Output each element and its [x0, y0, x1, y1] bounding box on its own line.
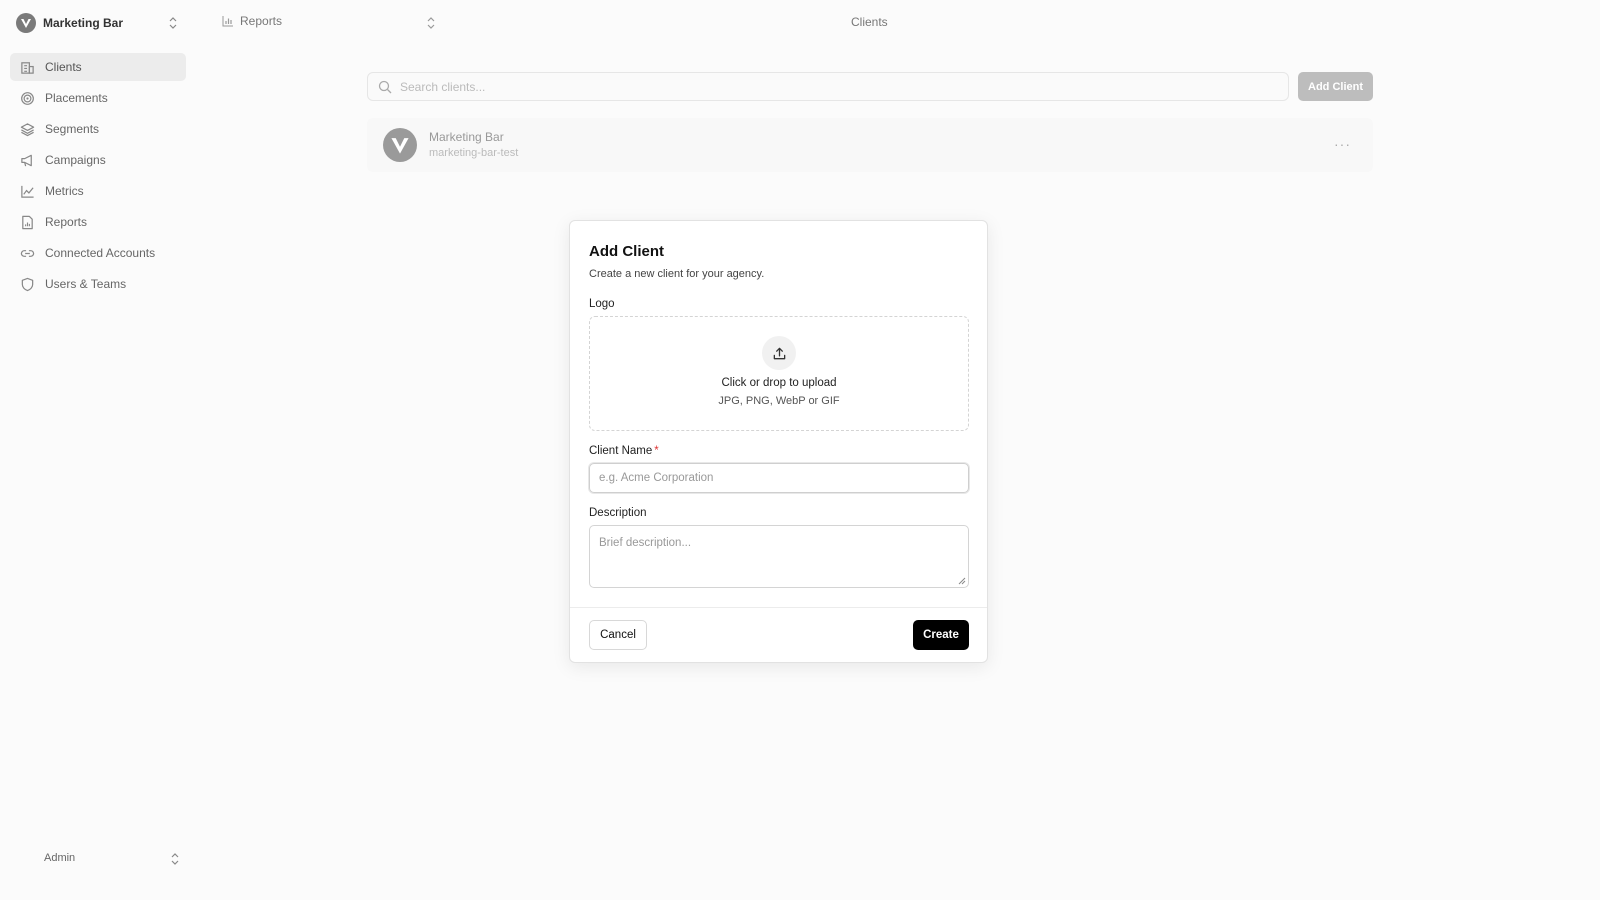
sidebar-item-label: Campaigns: [45, 153, 106, 167]
upload-icon: [762, 336, 796, 370]
required-marker: *: [654, 445, 659, 457]
search-input[interactable]: Search clients...: [367, 72, 1289, 101]
bar-chart-icon: [222, 16, 233, 27]
upload-file-types: JPG, PNG, WebP or GIF: [718, 395, 840, 407]
sidebar-item-placements[interactable]: Placements: [10, 84, 186, 112]
sidebar-item-label: Placements: [45, 91, 108, 105]
sidebar-item-label: Users & Teams: [45, 277, 127, 291]
building-icon: [21, 61, 34, 74]
user-menu-label[interactable]: Admin: [44, 852, 75, 864]
shield-icon: [21, 277, 34, 291]
client-slug: marketing-bar-test: [429, 147, 519, 159]
sidebar-item-label: Segments: [45, 122, 100, 136]
sidebar: Marketing Bar Clients Placements Segment…: [0, 0, 200, 900]
sidebar-item-label: Connected Accounts: [45, 246, 156, 260]
sidebar-nav: Clients Placements Segments Campaigns Me…: [10, 53, 186, 301]
upload-instruction: Click or drop to upload: [721, 377, 837, 389]
logo-dropzone[interactable]: Click or drop to upload JPG, PNG, WebP o…: [589, 316, 969, 431]
resize-handle-icon[interactable]: [958, 577, 966, 585]
target-icon: [21, 91, 34, 105]
sidebar-item-segments[interactable]: Segments: [10, 115, 186, 143]
org-logo: [16, 13, 36, 33]
org-name: Marketing Bar: [43, 16, 124, 30]
file-chart-icon: [22, 215, 33, 229]
sidebar-item-metrics[interactable]: Metrics: [10, 177, 186, 205]
dialog-title: Add Client: [589, 243, 664, 260]
layers-icon: [20, 122, 35, 136]
add-client-dialog: Add Client Create a new client for your …: [569, 220, 988, 663]
description-textarea[interactable]: Brief description...: [589, 525, 969, 588]
cancel-button[interactable]: Cancel: [589, 620, 647, 650]
chevron-updown-icon[interactable]: [426, 16, 436, 30]
logo-label: Logo: [589, 298, 615, 310]
dialog-divider: [570, 607, 987, 608]
more-options-icon[interactable]: ···: [1334, 136, 1351, 152]
chevron-updown-icon: [169, 17, 177, 29]
create-button[interactable]: Create: [913, 620, 969, 650]
sidebar-item-label: Metrics: [45, 184, 84, 198]
report-selector[interactable]: Reports: [222, 14, 282, 28]
client-name: Marketing Bar: [429, 130, 504, 144]
dialog-subtitle: Create a new client for your agency.: [589, 268, 765, 280]
search-icon: [378, 80, 392, 93]
sidebar-item-users-teams[interactable]: Users & Teams: [10, 270, 186, 298]
client-name-label: Client Name *: [589, 445, 659, 457]
sidebar-item-connected-accounts[interactable]: Connected Accounts: [10, 239, 186, 267]
client-name-input[interactable]: e.g. Acme Corporation: [589, 463, 969, 493]
client-row[interactable]: Marketing Bar marketing-bar-test ···: [367, 118, 1373, 172]
megaphone-icon: [21, 154, 32, 166]
client-name-label-text: Client Name: [589, 445, 653, 457]
sidebar-item-label: Reports: [45, 215, 88, 229]
chevron-updown-icon[interactable]: [170, 852, 180, 866]
sidebar-item-clients[interactable]: Clients: [10, 53, 186, 81]
sidebar-item-reports[interactable]: Reports: [10, 208, 186, 236]
add-client-button[interactable]: Add Client: [1298, 72, 1373, 101]
link-icon: [20, 249, 35, 257]
page-title: Clients: [851, 15, 888, 29]
sidebar-item-campaigns[interactable]: Campaigns: [10, 146, 186, 174]
description-placeholder: Brief description...: [599, 537, 692, 549]
search-placeholder: Search clients...: [400, 79, 486, 94]
org-switcher[interactable]: Marketing Bar: [16, 12, 186, 34]
description-label: Description: [589, 507, 647, 519]
client-name-placeholder: e.g. Acme Corporation: [599, 472, 714, 484]
line-chart-icon: [21, 185, 34, 198]
client-avatar: [383, 128, 417, 162]
sidebar-item-label: Clients: [45, 60, 82, 74]
report-selector-label: Reports: [240, 14, 283, 28]
